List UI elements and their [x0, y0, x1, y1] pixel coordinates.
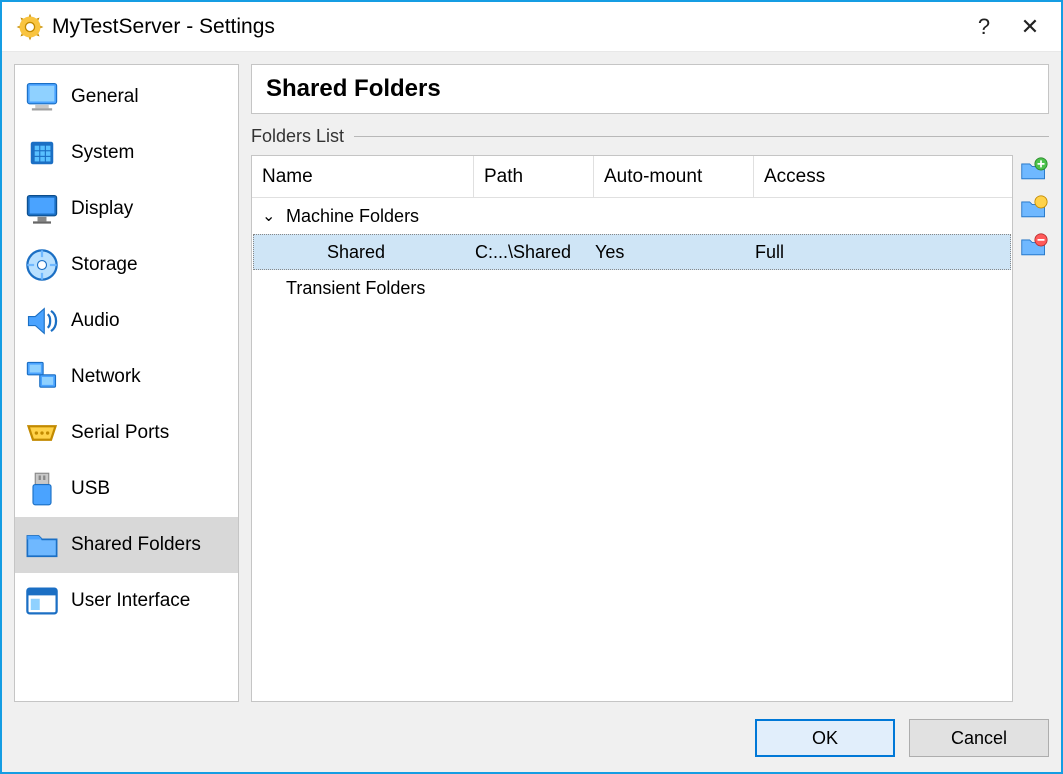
- sidebar-item-label: System: [71, 142, 134, 164]
- divider: [354, 136, 1049, 137]
- sidebar-item-general[interactable]: General: [15, 69, 238, 125]
- tree-header: Name Path Auto-mount Access: [252, 156, 1012, 198]
- sidebar-item-label: Display: [71, 198, 133, 220]
- sidebar-item-ui[interactable]: User Interface: [15, 573, 238, 629]
- sidebar-item-serial[interactable]: Serial Ports: [15, 405, 238, 461]
- dialog-footer: OK Cancel: [14, 702, 1049, 760]
- display-icon: [23, 190, 61, 228]
- content-area: Shared Folders Folders List Name Path Au…: [251, 64, 1049, 702]
- edit-folder-button[interactable]: [1019, 193, 1049, 223]
- group-label: Machine Folders: [286, 206, 419, 227]
- cancel-button[interactable]: Cancel: [909, 719, 1049, 757]
- sidebar-item-label: General: [71, 86, 139, 108]
- col-mount[interactable]: Auto-mount: [594, 156, 754, 197]
- remove-folder-button[interactable]: [1019, 231, 1049, 261]
- side-buttons: [1019, 155, 1049, 702]
- chevron-down-icon[interactable]: ⌄: [262, 206, 286, 226]
- main-area: General System Display Storage Audio Net…: [14, 64, 1049, 702]
- sidebar-item-shared-folders[interactable]: Shared Folders: [15, 517, 238, 573]
- sidebar-item-network[interactable]: Network: [15, 349, 238, 405]
- close-button[interactable]: ✕: [1007, 14, 1053, 40]
- disk-icon: [23, 246, 61, 284]
- sidebar-item-audio[interactable]: Audio: [15, 293, 238, 349]
- ui-icon: [23, 582, 61, 620]
- folders-tree[interactable]: Name Path Auto-mount Access ⌄ Machine Fo…: [251, 155, 1013, 702]
- folders-list-group-label: Folders List: [251, 126, 1049, 147]
- usb-icon: [23, 470, 61, 508]
- sidebar-item-label: User Interface: [71, 590, 190, 612]
- monitor-icon: [23, 78, 61, 116]
- speaker-icon: [23, 302, 61, 340]
- page-header: Shared Folders: [251, 64, 1049, 114]
- sidebar-item-label: Audio: [71, 310, 120, 332]
- cell-path: C:...\Shared: [475, 242, 595, 263]
- col-path[interactable]: Path: [474, 156, 594, 197]
- sidebar-item-label: Network: [71, 366, 141, 388]
- window-title: MyTestServer - Settings: [52, 15, 961, 39]
- titlebar: MyTestServer - Settings ? ✕: [2, 2, 1061, 52]
- sidebar-item-system[interactable]: System: [15, 125, 238, 181]
- folder-icon: [23, 526, 61, 564]
- col-name[interactable]: Name: [252, 156, 474, 197]
- sidebar-item-usb[interactable]: USB: [15, 461, 238, 517]
- cell-access: Full: [755, 242, 1010, 263]
- folders-list-area: Name Path Auto-mount Access ⌄ Machine Fo…: [251, 155, 1049, 702]
- group-transient-folders[interactable]: › Transient Folders: [252, 270, 1012, 306]
- group-machine-folders[interactable]: ⌄ Machine Folders: [252, 198, 1012, 234]
- cell-mount: Yes: [595, 242, 755, 263]
- sidebar: General System Display Storage Audio Net…: [14, 64, 239, 702]
- help-button[interactable]: ?: [961, 14, 1007, 40]
- serial-port-icon: [23, 414, 61, 452]
- sidebar-item-label: USB: [71, 478, 110, 500]
- settings-gear-icon: [16, 13, 44, 41]
- sidebar-item-display[interactable]: Display: [15, 181, 238, 237]
- group-label: Transient Folders: [286, 278, 425, 299]
- col-access[interactable]: Access: [754, 156, 1012, 197]
- ok-button[interactable]: OK: [755, 719, 895, 757]
- sidebar-item-label: Storage: [71, 254, 138, 276]
- dialog-body: General System Display Storage Audio Net…: [2, 52, 1061, 772]
- network-icon: [23, 358, 61, 396]
- chip-icon: [23, 134, 61, 172]
- tree-body: ⌄ Machine Folders Shared C:...\Shared Ye…: [252, 198, 1012, 306]
- folder-row[interactable]: Shared C:...\Shared Yes Full: [253, 234, 1011, 270]
- cell-name: Shared: [327, 242, 475, 263]
- group-label-text: Folders List: [251, 126, 344, 147]
- sidebar-item-storage[interactable]: Storage: [15, 237, 238, 293]
- add-folder-button[interactable]: [1019, 155, 1049, 185]
- sidebar-item-label: Shared Folders: [71, 534, 201, 556]
- page-title: Shared Folders: [266, 75, 1034, 103]
- sidebar-item-label: Serial Ports: [71, 422, 169, 444]
